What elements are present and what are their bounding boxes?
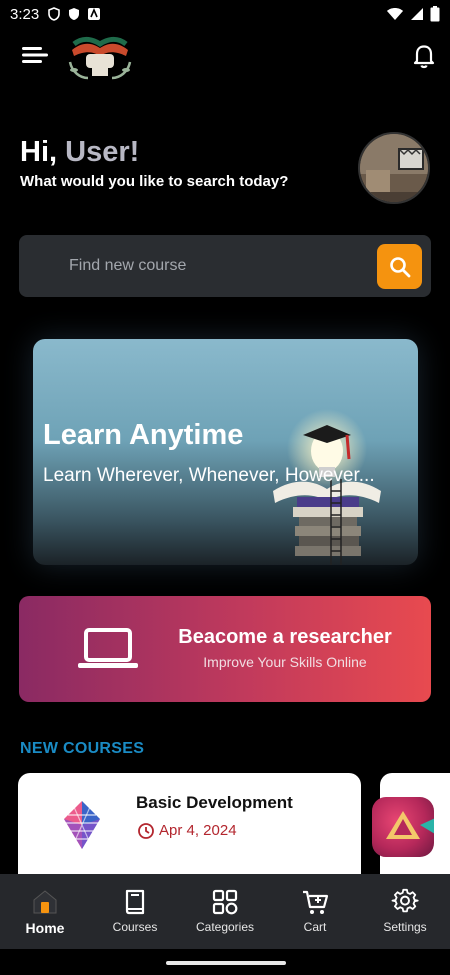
promo-banner[interactable]: Learn Anytime Learn Wherever, Whenever, … <box>33 339 418 565</box>
menu-button[interactable] <box>20 42 50 68</box>
nav-settings-label: Settings <box>383 920 427 934</box>
nav-cart-label: Cart <box>303 920 327 934</box>
nav-home[interactable]: Home <box>0 874 90 949</box>
greeting-user-name: User! <box>65 136 140 168</box>
greeting-subtitle: What would you like to search today? <box>20 173 289 190</box>
bell-icon <box>413 45 435 69</box>
grid-icon <box>212 889 238 915</box>
nav-settings[interactable]: Settings <box>360 874 450 949</box>
status-time: 3:23 <box>10 5 40 23</box>
avatar[interactable] <box>358 132 430 204</box>
new-courses-heading: NEW COURSES <box>20 740 145 757</box>
status-bar: 3:23 <box>0 0 450 28</box>
banner-title: Learn Anytime <box>43 419 244 451</box>
cta-title: Beacome a researcher <box>178 626 392 648</box>
nav-cart[interactable]: Cart <box>270 874 360 949</box>
course-date: Apr 4, 2024 <box>159 822 237 839</box>
app-logo <box>64 30 136 84</box>
nav-courses[interactable]: Courses <box>90 874 180 949</box>
gear-icon <box>391 888 419 913</box>
search-input[interactable] <box>69 253 369 279</box>
shield-icon <box>48 7 61 21</box>
course-thumbnail <box>64 801 100 849</box>
clock-icon <box>138 823 154 839</box>
search-bar <box>19 235 431 297</box>
avatar-image <box>360 134 428 202</box>
nav-courses-label: Courses <box>112 920 158 934</box>
home-icon <box>33 890 57 914</box>
book-logo-icon <box>68 36 132 80</box>
cellular-icon <box>411 8 423 20</box>
greeting: Hi, User! What would you like to search … <box>20 136 288 190</box>
menu-icon <box>22 47 48 63</box>
cart-icon <box>303 890 329 914</box>
course-title: Basic Development <box>136 793 293 812</box>
wifi-icon <box>387 8 403 20</box>
search-icon <box>389 256 410 277</box>
search-button[interactable] <box>377 244 422 289</box>
battery-icon <box>430 6 440 22</box>
laptop-icon <box>78 628 138 668</box>
app-notification-icon <box>88 7 101 20</box>
app-header <box>0 28 450 88</box>
greeting-hi: Hi, <box>20 136 58 168</box>
bottom-navigation: Home Courses Categories Cart Settings <box>0 874 450 949</box>
become-researcher-card[interactable]: Beacome a researcher Improve Your Skills… <box>19 596 431 702</box>
greeting-title: Hi, User! <box>20 136 288 169</box>
nav-categories-label: Categories <box>195 920 255 934</box>
notifications-button[interactable] <box>412 42 436 70</box>
cta-subtitle: Improve Your Skills Online <box>203 654 367 670</box>
nav-home-label: Home <box>25 920 65 936</box>
course-logo-icon <box>386 811 442 839</box>
course-thumbnail <box>372 797 442 857</box>
banner-subtitle: Learn Wherever, Whenever, However... <box>43 465 375 486</box>
nav-categories[interactable]: Categories <box>180 874 270 949</box>
home-indicator[interactable] <box>166 961 286 965</box>
book-icon <box>125 889 145 915</box>
security-icon <box>69 8 80 20</box>
